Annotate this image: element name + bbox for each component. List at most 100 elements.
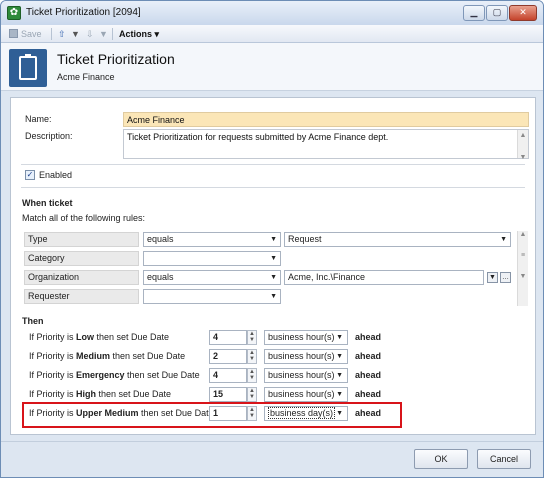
rule-operator-value: equals [147,234,174,244]
rule-field-type: Type [24,232,139,247]
amount-input[interactable]: 4 [209,368,247,383]
then-prefix: If Priority is [29,332,77,342]
rule-operator-select[interactable]: ▼ [143,251,281,266]
priority-name: High [76,389,97,399]
then-suffix: then set Due Date [96,389,172,399]
priority-name: Low [76,332,95,342]
then-row: If Priority is Medium then set Due Date [29,349,185,364]
divider [21,187,525,188]
footer: OK Cancel [1,441,543,477]
toolbar-separator [51,28,52,40]
toolbar-separator [112,28,113,40]
ok-button[interactable]: OK [414,449,468,469]
amount-input[interactable]: 1 [209,406,247,421]
description-label: Description: [25,131,73,141]
rule-operator-select[interactable]: ▼ [143,289,281,304]
move-up-icon[interactable]: ⇧ [58,28,66,41]
close-button[interactable]: ✕ [509,5,537,21]
description-input[interactable]: Ticket Prioritization for requests submi… [123,129,529,161]
rules-scrollbar[interactable]: ▲ ≡ ▼ [517,231,528,306]
rule-operator-select[interactable]: equals ▼ [143,270,281,285]
chevron-down-icon: ▼ [270,236,277,243]
divider [21,164,525,165]
ahead-label: ahead [355,370,382,380]
then-row: If Priority is Upper Medium then set Due… [29,406,214,421]
rule-field-requester: Requester [24,289,139,304]
app-icon: ✿ [7,6,21,20]
then-prefix: If Priority is [29,389,77,399]
move-up-dropdown-icon[interactable]: ▼ [71,28,80,41]
amount-input[interactable]: 4 [209,330,247,345]
then-row: If Priority is Low then set Due Date [29,330,169,345]
stepper-icon[interactable]: ▲ ▼ [247,330,257,345]
chevron-down-icon: ▼ [336,372,343,379]
then-row: If Priority is High then set Due Date [29,387,171,402]
actions-menu[interactable]: Actions ▾ [119,28,159,41]
description-scrollbar[interactable]: ▲ ▼ [517,130,528,161]
save-icon [9,29,18,38]
then-row: If Priority is Emergency then set Due Da… [29,368,200,383]
stepper-icon[interactable]: ▲ ▼ [247,368,257,383]
unit-select[interactable]: business day(s) ▼ [264,406,348,421]
ahead-label: ahead [355,408,382,418]
cancel-button[interactable]: Cancel [477,449,531,469]
clipboard-icon [9,49,47,87]
title-bar: ✿ Ticket Prioritization [2094] ▁ ▢ ✕ [1,1,543,25]
rule-operator-value: equals [147,272,174,282]
page-subtitle: Acme Finance [57,72,115,82]
when-subheading: Match all of the following rules: [22,213,146,223]
unit-select[interactable]: business hour(s) ▼ [264,330,348,345]
unit-select[interactable]: business hour(s) ▼ [264,368,348,383]
amount-input[interactable]: 15 [209,387,247,402]
rule-value-text: Request [288,234,322,244]
form-panel: Name: Acme Finance Description: Ticket P… [10,97,536,435]
unit-value: business day(s) [268,407,336,419]
rule-field-organization: Organization [24,270,139,285]
name-input[interactable]: Acme Finance [123,112,529,127]
stepper-icon[interactable]: ▲ ▼ [247,349,257,364]
ahead-label: ahead [355,332,382,342]
minimize-button[interactable]: ▁ [463,5,485,21]
rule-operator-select[interactable]: equals ▼ [143,232,281,247]
unit-value: business hour(s) [268,389,335,399]
unit-value: business hour(s) [268,351,335,361]
unit-value: business hour(s) [268,370,335,380]
toolbar: Save ⇧ ▼ ⇩ ▼ Actions ▾ [1,25,543,43]
then-suffix: then set Due Date [94,332,170,342]
rule-value-field[interactable]: Acme, Inc.\Finance [284,270,484,285]
chevron-down-icon: ▼ [336,334,343,341]
chevron-down-icon: ▼ [336,410,343,417]
maximize-button[interactable]: ▢ [486,5,508,21]
ahead-label: ahead [355,351,382,361]
unit-select[interactable]: business hour(s) ▼ [264,349,348,364]
save-label: Save [21,29,42,39]
move-down-icon[interactable]: ⇩ [86,28,94,41]
ticket-prioritization-window: ✿ Ticket Prioritization [2094] ▁ ▢ ✕ Sav… [0,0,544,478]
rule-field-category: Category [24,251,139,266]
chevron-down-icon: ▼ [270,255,277,262]
chevron-down-icon: ▼ [270,293,277,300]
move-down-dropdown-icon[interactable]: ▼ [99,28,108,41]
dropdown-icon[interactable]: ▼ [487,272,498,283]
enabled-label: Enabled [39,170,73,180]
amount-input[interactable]: 2 [209,349,247,364]
save-button[interactable]: Save [9,28,42,41]
header-panel: Ticket Prioritization Acme Finance [1,43,543,91]
then-suffix: then set Due Date [124,370,200,380]
window-title: Ticket Prioritization [2094] [26,7,141,18]
name-label: Name: [25,114,52,124]
priority-name: Medium [76,351,111,361]
description-text: Ticket Prioritization for requests submi… [127,132,389,142]
stepper-icon[interactable]: ▲ ▼ [247,406,257,421]
chevron-down-icon: ▼ [500,236,507,243]
browse-icon[interactable]: … [500,272,511,283]
priority-name: Emergency [76,370,125,380]
rule-value-select[interactable]: Request ▼ [284,232,511,247]
then-heading: Then [22,316,44,326]
stepper-icon[interactable]: ▲ ▼ [247,387,257,402]
priority-name: Upper Medium [76,408,139,418]
then-suffix: then set Due Date [138,408,214,418]
chevron-down-icon: ▼ [336,391,343,398]
unit-select[interactable]: business hour(s) ▼ [264,387,348,402]
enabled-checkbox[interactable]: ✓ [25,170,35,180]
